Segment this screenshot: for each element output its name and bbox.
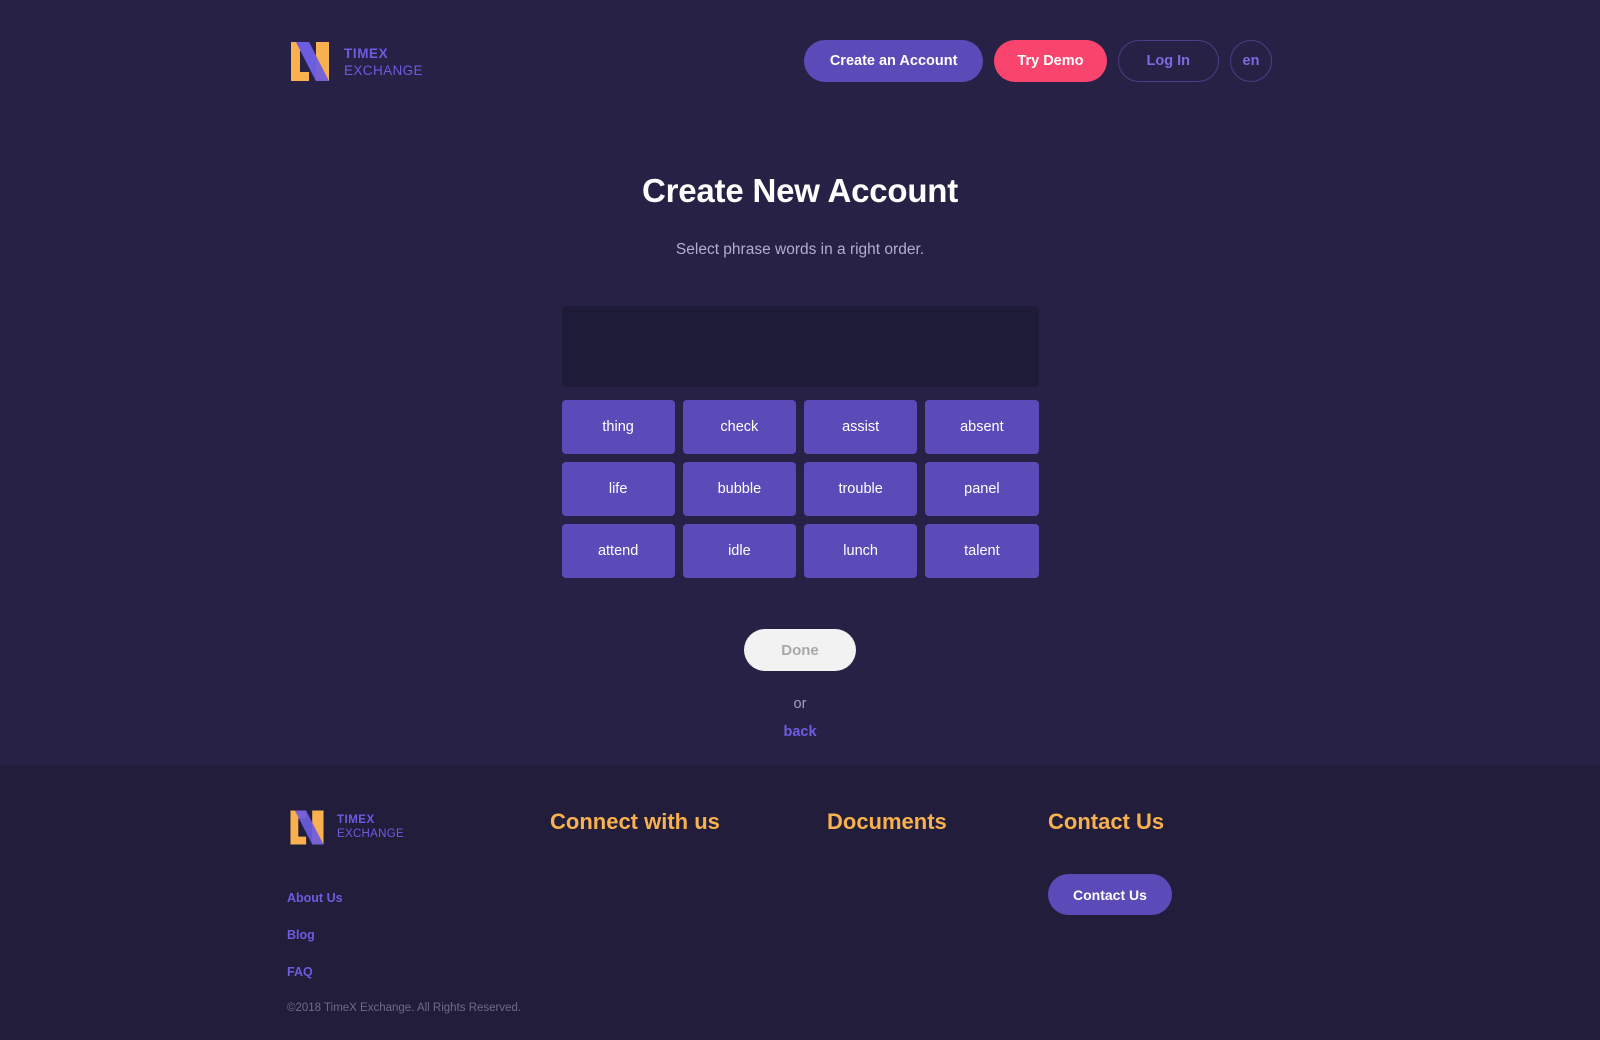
footer-connect-column: Connect with us: [550, 807, 827, 1014]
footer-heading-contact: Contact Us: [1048, 809, 1165, 834]
create-account-button[interactable]: Create an Account: [803, 40, 984, 82]
language-selector-button[interactable]: en: [1230, 40, 1272, 82]
footer-brand-logo[interactable]: TIMEX EXCHANGE: [287, 807, 550, 848]
copyright-text: ©2018 TimeX Exchange. All Rights Reserve…: [287, 1002, 522, 1014]
word-tile[interactable]: lunch: [804, 524, 918, 578]
word-tile[interactable]: attend: [561, 524, 675, 578]
footer-documents-column: Documents: [827, 807, 1048, 1014]
word-tile[interactable]: talent: [925, 524, 1039, 578]
footer-link-blog[interactable]: Blog: [287, 928, 550, 942]
footer-contact-column: Contact Us Contact Us: [1048, 807, 1308, 1014]
contact-us-button[interactable]: Contact Us: [1048, 874, 1172, 915]
word-tile[interactable]: panel: [925, 462, 1039, 516]
site-header: TIMEX EXCHANGE Create an Account Try Dem…: [0, 0, 1600, 122]
brand-name-line1: TIMEX: [344, 46, 389, 61]
word-tile[interactable]: trouble: [804, 462, 918, 516]
page-title: Create New Account: [641, 172, 959, 209]
done-button-wrapper: Done: [562, 629, 1039, 671]
footer-brand-column: TIMEX EXCHANGE About Us Blog FAQ ©2018 T…: [287, 807, 550, 1014]
word-tile-grid: thing check assist absent life bubble tr…: [561, 400, 1039, 578]
timex-x-logo-icon: [290, 810, 324, 845]
footer-link-list: About Us Blog FAQ: [287, 891, 550, 979]
main-content: Create New Account Select phrase words i…: [0, 122, 1600, 741]
word-tile[interactable]: check: [682, 400, 796, 454]
brand-logo[interactable]: TIMEX EXCHANGE: [57, 38, 423, 85]
word-tile[interactable]: thing: [561, 400, 675, 454]
footer-heading-documents: Documents: [827, 809, 947, 834]
selected-phrase-box[interactable]: [561, 306, 1039, 387]
word-tile[interactable]: assist: [804, 400, 918, 454]
word-tile[interactable]: life: [561, 462, 675, 516]
footer-link-faq[interactable]: FAQ: [287, 965, 550, 979]
word-tile[interactable]: bubble: [682, 462, 796, 516]
phrase-selection-area: thing check assist absent life bubble tr…: [561, 306, 1039, 741]
word-tile[interactable]: idle: [682, 524, 796, 578]
footer-brand-line1: TIMEX: [337, 813, 375, 826]
page-subtitle: Select phrase words in a right order.: [675, 241, 925, 258]
back-link[interactable]: back: [783, 724, 816, 740]
brand-name-line2: EXCHANGE: [344, 62, 423, 78]
footer-heading-connect: Connect with us: [550, 809, 720, 834]
timex-x-logo-icon: [291, 41, 329, 81]
footer-link-about-us[interactable]: About Us: [287, 891, 550, 905]
or-separator-label: or: [793, 696, 807, 712]
word-tile[interactable]: absent: [925, 400, 1039, 454]
site-footer: TIMEX EXCHANGE About Us Blog FAQ ©2018 T…: [0, 766, 1600, 1040]
footer-brand-line2: EXCHANGE: [337, 828, 404, 840]
try-demo-button[interactable]: Try Demo: [994, 40, 1107, 82]
header-actions: Create an Account Try Demo Log In en: [803, 40, 1543, 82]
log-in-button[interactable]: Log In: [1117, 40, 1219, 82]
done-button[interactable]: Done: [744, 629, 856, 671]
